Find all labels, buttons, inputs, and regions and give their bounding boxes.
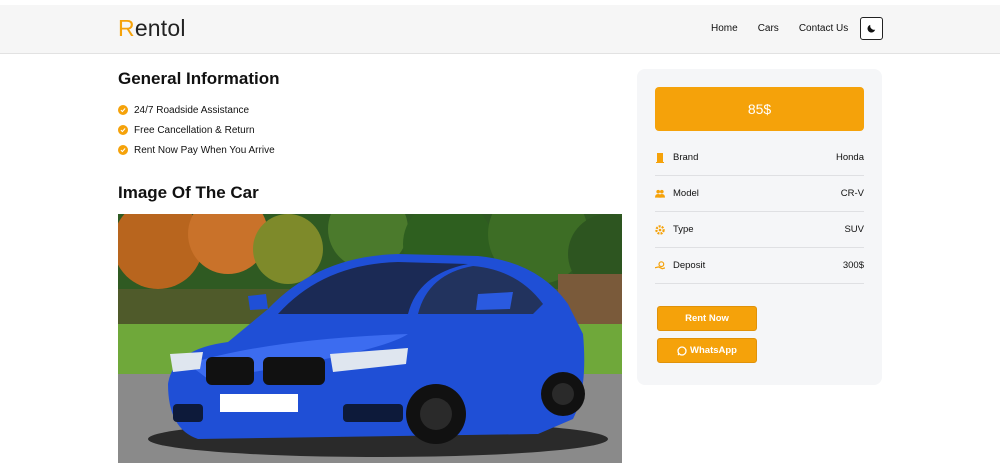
detail-value: 300$: [842, 260, 864, 271]
nav-link-contact[interactable]: Contact Us: [799, 23, 848, 34]
nav-link-cars[interactable]: Cars: [758, 23, 779, 34]
info-item-text: Rent Now Pay When You Arrive: [134, 144, 275, 156]
list-item: 24/7 Roadside Assistance: [118, 100, 275, 120]
nav-links: Home Cars Contact Us: [711, 23, 848, 34]
navbar: Rentol Home Cars Contact Us: [0, 5, 1000, 54]
detail-label: Model: [673, 188, 699, 199]
price-box: 85$: [655, 87, 864, 131]
check-circle-icon: [118, 125, 128, 135]
whatsapp-icon: [677, 345, 687, 356]
detail-label: Type: [673, 224, 694, 235]
money-icon: [655, 260, 665, 271]
gear-icon: [655, 224, 665, 235]
detail-value: Honda: [836, 152, 864, 163]
general-info-title: General Information: [118, 69, 280, 88]
check-circle-icon: [118, 145, 128, 155]
info-item-text: 24/7 Roadside Assistance: [134, 104, 250, 116]
detail-row-model: Model CR-V: [655, 176, 864, 212]
whatsapp-button[interactable]: WhatsApp: [657, 338, 757, 363]
whatsapp-label: WhatsApp: [690, 345, 737, 356]
brand-first-letter: R: [118, 15, 135, 41]
users-icon: [655, 189, 665, 199]
brand-rest: entol: [134, 15, 186, 41]
car-photo: [118, 214, 622, 463]
detail-row-brand: Brand Honda: [655, 140, 864, 176]
nav-link-home[interactable]: Home: [711, 23, 738, 34]
detail-row-type: Type SUV: [655, 212, 864, 248]
detail-label: Deposit: [673, 260, 706, 271]
detail-value: SUV: [844, 224, 864, 235]
general-info-list: 24/7 Roadside Assistance Free Cancellati…: [118, 100, 275, 160]
detail-value: CR-V: [840, 188, 864, 199]
detail-label: Brand: [673, 152, 699, 163]
check-circle-icon: [118, 105, 128, 115]
info-item-text: Free Cancellation & Return: [134, 124, 255, 136]
brand-logo[interactable]: Rentol: [118, 15, 186, 42]
rent-now-button[interactable]: Rent Now: [657, 306, 757, 331]
rental-summary-card: 85$ Brand Honda Model CR-V Type SUV Depo…: [637, 69, 882, 385]
list-item: Rent Now Pay When You Arrive: [118, 140, 275, 160]
theme-toggle-button[interactable]: [860, 17, 883, 40]
list-item: Free Cancellation & Return: [118, 120, 275, 140]
detail-row-deposit: Deposit 300$: [655, 248, 864, 284]
car-image-title: Image Of The Car: [118, 183, 259, 202]
building-icon: [655, 152, 665, 163]
moon-icon: [867, 24, 876, 33]
